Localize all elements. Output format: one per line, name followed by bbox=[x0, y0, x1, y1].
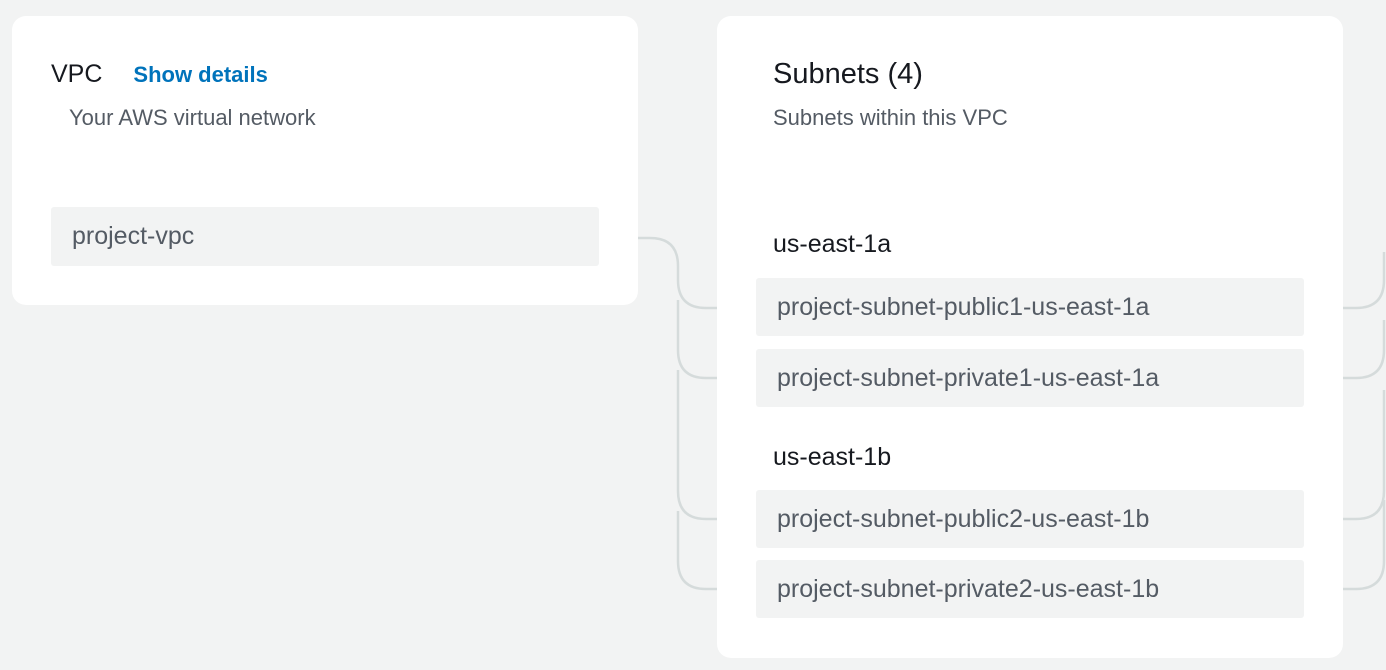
subnets-panel-subtitle: Subnets within this VPC bbox=[773, 105, 1008, 130]
vpc-panel-title: VPC bbox=[51, 60, 103, 88]
availability-zone-label: us-east-1a bbox=[773, 230, 892, 258]
vpc-node[interactable]: project-vpc bbox=[51, 207, 599, 266]
vpc-node-label: project-vpc bbox=[72, 222, 195, 250]
subnet-node-label: project-subnet-private1-us-east-1a bbox=[777, 363, 1160, 392]
subnet-node-label: project-subnet-public1-us-east-1a bbox=[777, 292, 1150, 321]
subnet-node-label: project-subnet-public2-us-east-1b bbox=[777, 504, 1150, 533]
resource-map: VPC Show details Your AWS virtual networ… bbox=[0, 0, 1386, 670]
subnet-node[interactable]: project-subnet-private1-us-east-1a bbox=[756, 349, 1304, 407]
availability-zone-label: us-east-1b bbox=[773, 443, 892, 471]
subnets-panel-title: Subnets (4) bbox=[773, 58, 923, 90]
subnet-node[interactable]: project-subnet-private2-us-east-1b bbox=[756, 560, 1304, 618]
subnet-node[interactable]: project-subnet-public2-us-east-1b bbox=[756, 490, 1304, 548]
subnet-node-label: project-subnet-private2-us-east-1b bbox=[777, 574, 1160, 603]
subnet-node[interactable]: project-subnet-public1-us-east-1a bbox=[756, 278, 1304, 336]
vpc-panel: VPC Show details Your AWS virtual networ… bbox=[12, 16, 638, 305]
show-details-link[interactable]: Show details bbox=[133, 62, 267, 88]
vpc-header: VPC Show details bbox=[51, 60, 268, 89]
subnets-panel: Subnets (4) Subnets within this VPC us-e… bbox=[717, 16, 1343, 658]
vpc-panel-subtitle: Your AWS virtual network bbox=[69, 105, 316, 130]
